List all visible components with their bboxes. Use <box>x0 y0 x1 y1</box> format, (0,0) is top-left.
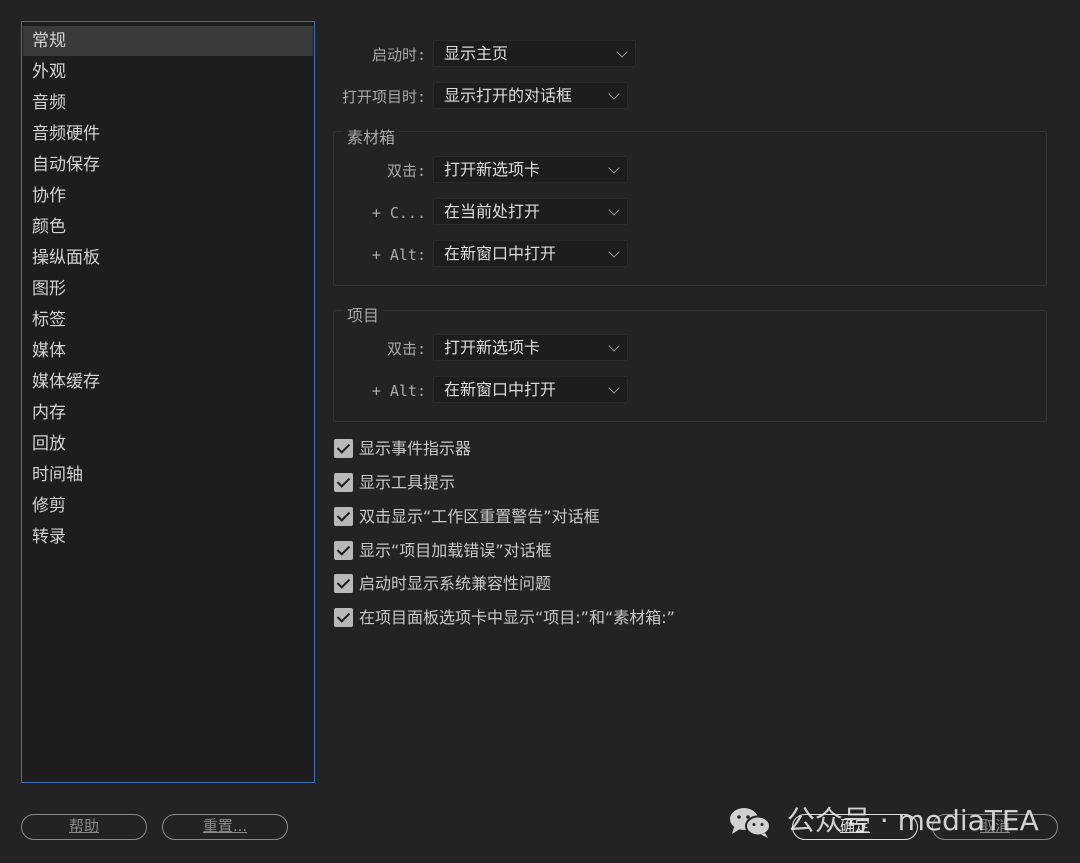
sidebar-item-media[interactable]: 媒体 <box>23 336 313 366</box>
sidebar-item-appearance[interactable]: 外观 <box>23 57 313 87</box>
preferences-category-list[interactable]: 常规 外观 音频 音频硬件 自动保存 协作 颜色 操纵面板 图形 标签 媒体 媒… <box>21 21 315 783</box>
sidebar-item-color[interactable]: 颜色 <box>23 212 313 242</box>
checkbox-checked-icon[interactable] <box>334 507 353 526</box>
chevron-down-icon <box>616 46 628 58</box>
open-project-value: 显示打开的对话框 <box>444 86 573 105</box>
bin-alt-click-dropdown[interactable]: 在新窗口中打开 <box>433 240 628 267</box>
bin-ctrl-click-label: + C... <box>371 204 426 222</box>
open-project-dropdown[interactable]: 显示打开的对话框 <box>433 82 628 109</box>
startup-dropdown[interactable]: 显示主页 <box>433 40 636 67</box>
bin-double-click-value: 打开新选项卡 <box>444 160 541 179</box>
bin-ctrl-click-value: 在当前处打开 <box>444 202 541 221</box>
checkbox-checked-icon[interactable] <box>334 608 353 627</box>
sidebar-item-memory[interactable]: 内存 <box>23 398 313 428</box>
bin-double-click-label: 双击: <box>386 162 426 180</box>
watermark-text: 公众号 · mediaTEA <box>786 804 1039 837</box>
sidebar-item-auto-save[interactable]: 自动保存 <box>23 150 313 180</box>
open-project-label: 打开项目时: <box>341 88 426 106</box>
sidebar-item-transcription[interactable]: 转录 <box>23 522 313 552</box>
reset-button[interactable]: 重置... <box>162 814 288 840</box>
sidebar-item-control-surface[interactable]: 操纵面板 <box>23 243 313 273</box>
checkbox-checked-icon[interactable] <box>334 439 353 458</box>
checkbox-label: 显示事件指示器 <box>359 439 472 458</box>
chevron-down-icon <box>608 88 620 100</box>
project-group-title: 项目 <box>343 305 384 327</box>
checkbox-checked-icon[interactable] <box>334 541 353 560</box>
project-group <box>333 310 1047 422</box>
bin-alt-click-label: + Alt: <box>371 246 426 264</box>
bin-alt-click-value: 在新窗口中打开 <box>444 244 557 263</box>
startup-value: 显示主页 <box>444 44 509 63</box>
project-double-click-dropdown[interactable]: 打开新选项卡 <box>433 334 628 361</box>
chevron-down-icon <box>608 382 620 394</box>
sidebar-item-general[interactable]: 常规 <box>23 26 313 56</box>
checkbox-label: 在项目面板选项卡中显示“项目:”和“素材箱:” <box>359 608 675 627</box>
chevron-down-icon <box>608 340 620 352</box>
sidebar-item-labels[interactable]: 标签 <box>23 305 313 335</box>
chevron-down-icon <box>608 246 620 258</box>
sidebar-item-trim[interactable]: 修剪 <box>23 491 313 521</box>
bin-double-click-dropdown[interactable]: 打开新选项卡 <box>433 156 628 183</box>
sidebar-item-audio[interactable]: 音频 <box>23 88 313 118</box>
checkbox-label: 启动时显示系统兼容性问题 <box>359 574 552 593</box>
sidebar-item-media-cache[interactable]: 媒体缓存 <box>23 367 313 397</box>
wechat-icon <box>728 805 772 839</box>
sidebar-item-playback[interactable]: 回放 <box>23 429 313 459</box>
help-button[interactable]: 帮助 <box>21 814 147 840</box>
project-double-click-label: 双击: <box>386 340 426 358</box>
help-button-label: 帮助 <box>68 817 99 835</box>
chevron-down-icon <box>608 162 620 174</box>
bin-ctrl-click-dropdown[interactable]: 在当前处打开 <box>433 198 628 225</box>
watermark: 公众号 · mediaTEA <box>728 801 1039 841</box>
checkbox-checked-icon[interactable] <box>334 574 353 593</box>
reset-button-label: 重置... <box>202 817 248 835</box>
sidebar-item-timeline[interactable]: 时间轴 <box>23 460 313 490</box>
sidebar-item-collaboration[interactable]: 协作 <box>23 181 313 211</box>
checkbox-checked-icon[interactable] <box>334 473 353 492</box>
project-double-click-value: 打开新选项卡 <box>444 338 541 357</box>
checkbox-label: 双击显示“工作区重置警告”对话框 <box>359 507 600 526</box>
checkbox-label: 显示工具提示 <box>359 473 456 492</box>
bin-group-title: 素材箱 <box>343 127 400 149</box>
chevron-down-icon <box>608 204 620 216</box>
sidebar-item-graphics[interactable]: 图形 <box>23 274 313 304</box>
checkbox-label: 显示“项目加载错误”对话框 <box>359 541 552 560</box>
project-alt-click-value: 在新窗口中打开 <box>444 380 557 399</box>
project-alt-click-label: + Alt: <box>371 382 426 400</box>
sidebar-item-audio-hardware[interactable]: 音频硬件 <box>23 119 313 149</box>
startup-label: 启动时: <box>371 46 426 64</box>
project-alt-click-dropdown[interactable]: 在新窗口中打开 <box>433 376 628 403</box>
